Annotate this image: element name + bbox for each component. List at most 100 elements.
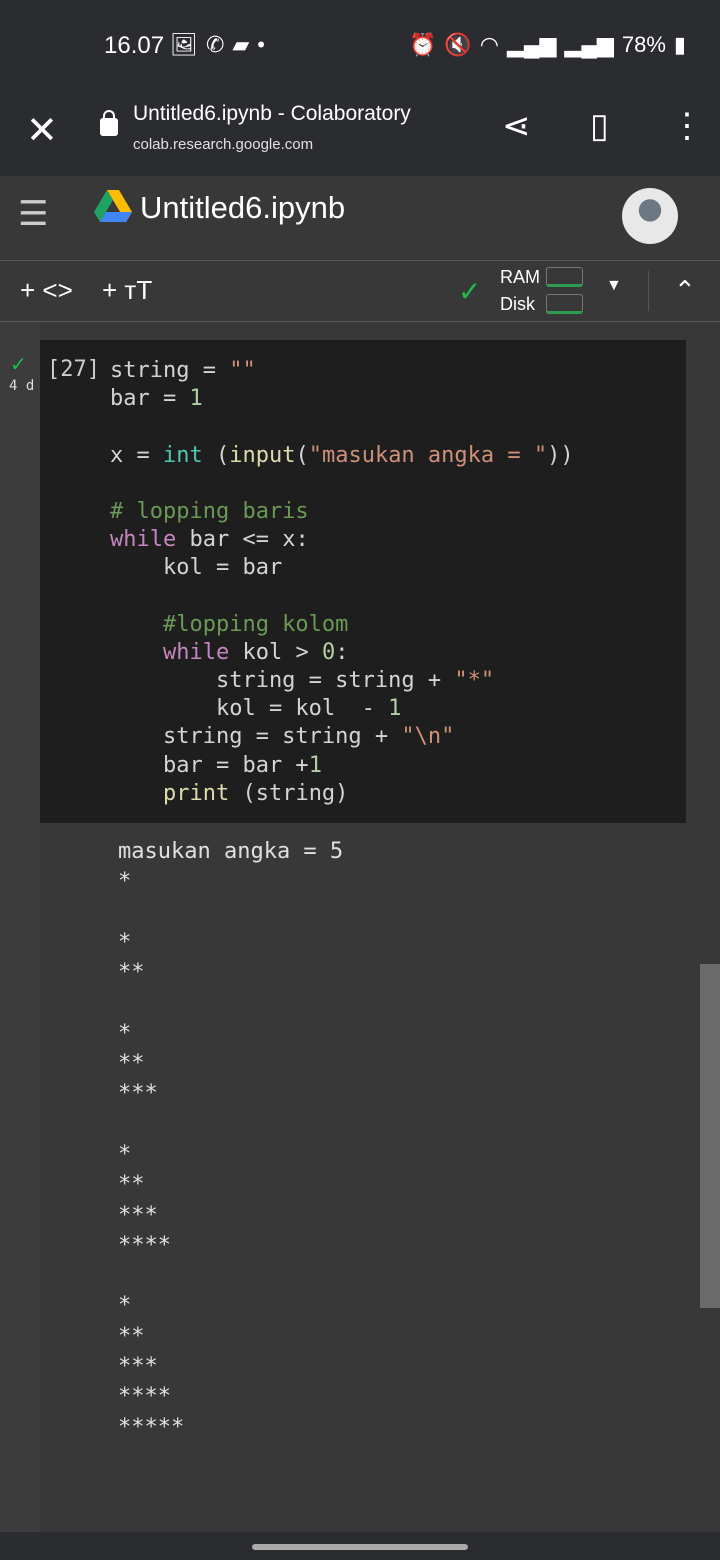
dot-icon: • [257,32,265,57]
code-line: print (string) [110,780,574,808]
notebook-title[interactable]: Untitled6.ipynb [140,190,345,226]
connected-check-icon: ✓ [458,276,482,307]
code-editor[interactable]: string = "" bar = 1 x = int (input("masuka… [110,357,574,808]
battery-text: 78% [621,32,666,57]
code-line: while kol > 0: [110,639,574,667]
browser-bar: ✕ Untitled6.ipynb - Colaboratory colab.r… [0,90,720,176]
nav-bar [0,1532,720,1560]
menu-icon[interactable]: ☰ [18,194,48,234]
drive-logo-icon [94,190,132,222]
code-token: input [229,442,296,468]
execution-count: [27] [47,357,100,382]
code-token: "\n" [401,724,455,750]
page-title: Untitled6.ipynb - Colaboratory [133,102,411,125]
output-line: ** [118,960,145,986]
avatar[interactable] [622,188,678,244]
code-token: (string) [229,780,349,806]
output-line: masukan angka = 5 [118,839,344,864]
output-line: * [118,1141,132,1167]
output-line: **** [118,1232,171,1258]
code-token: kol > [229,639,322,665]
output-line: * [118,1293,132,1319]
add-code-button[interactable]: + <> [20,275,73,306]
output-line: ***** [118,1414,185,1440]
ram-meter[interactable] [546,267,583,287]
code-token: )) [547,442,574,468]
page-url[interactable]: colab.research.google.com [133,136,313,153]
code-line: string = string + "\n" [110,723,574,751]
cell-gutter [0,322,40,1532]
mute-icon: 🔇 [444,32,472,57]
code-token: bar <= x: [176,527,309,553]
output-line: * [118,929,132,955]
home-handle[interactable] [252,1544,468,1550]
code-line: bar = 1 [110,385,574,413]
output-line: ** [118,1172,145,1198]
code-token: bar = [110,386,190,412]
output-line: ** [118,1323,145,1349]
ram-label: RAM [500,267,540,287]
notebook-toolbar: + <> + ᴛT ✓ RAM Disk ▼ ⌃ [0,260,720,322]
code-line: kol = kol - 1 [110,695,574,723]
code-token: "" [229,358,256,383]
disk-meter[interactable] [546,294,583,314]
output-line: ** [118,1051,145,1077]
status-time: 16.07 [104,32,165,59]
code-token: while [162,639,230,665]
app-bar: ☰ Untitled6.ipynb [0,176,720,260]
share-icon[interactable]: ⋖ [502,106,531,146]
battery-icon: ▮ [673,32,686,57]
code-line: bar = bar +1 [110,752,574,780]
code-line: # lopping baris [110,498,574,526]
output-line: * [118,1020,132,1046]
output-line: *** [118,1081,158,1107]
code-token: "masukan angka = " [308,442,548,468]
code-token: #lopping kolom [110,611,349,637]
code-token: bar = bar + [110,752,309,778]
scrollbar[interactable] [700,964,720,1308]
status-bar: 16.07 🖼 ✆ ▰ • ⏰ 🔇 ◠ ▂▄▆ ▂▄▆ 78% ▮ [0,0,720,90]
code-token: : [335,639,349,665]
close-icon[interactable]: ✕ [26,108,58,153]
code-token: 1 [308,752,322,778]
cell-output: masukan angka = 5 * * ** * ** *** * ** *** **** * **… [118,837,343,1443]
code-token: ( [295,442,309,468]
divider [648,271,649,311]
collapse-icon[interactable]: ⌃ [674,275,696,306]
code-token: ( [202,442,230,468]
wifi-icon: ◠ [479,32,499,57]
output-line: **** [118,1384,171,1410]
code-token: x = [110,442,163,468]
code-token: 1 [388,696,402,722]
signal-icon: ▂▄▆ [506,32,557,57]
output-line: *** [118,1354,158,1380]
code-line: kol = bar [110,554,574,582]
code-line: x = int (input("masukan angka = ")) [110,442,574,470]
run-success-icon[interactable]: ✓ [10,352,27,377]
lock-icon [100,110,118,136]
code-token: "*" [454,668,495,694]
add-text-button[interactable]: + ᴛT [102,275,152,306]
code-line: #lopping kolom [110,611,574,639]
code-line: string = "" [110,357,574,385]
gallery-icon: 🖼 [170,32,198,57]
disk-label: Disk [500,294,535,314]
alarm-icon: ⏰ [408,32,437,57]
dropdown-icon[interactable]: ▼ [606,277,622,295]
bookmark-icon[interactable]: ▯ [590,106,609,146]
more-icon[interactable]: ⋮ [670,106,704,146]
code-token: 0 [321,639,336,665]
message-icon: ▰ [232,32,250,57]
output-line: * [118,869,132,895]
code-token: kol = kol - [110,696,389,722]
code-token: string = string + [110,724,402,750]
signal-icon: ▂▄▆ [564,32,614,57]
